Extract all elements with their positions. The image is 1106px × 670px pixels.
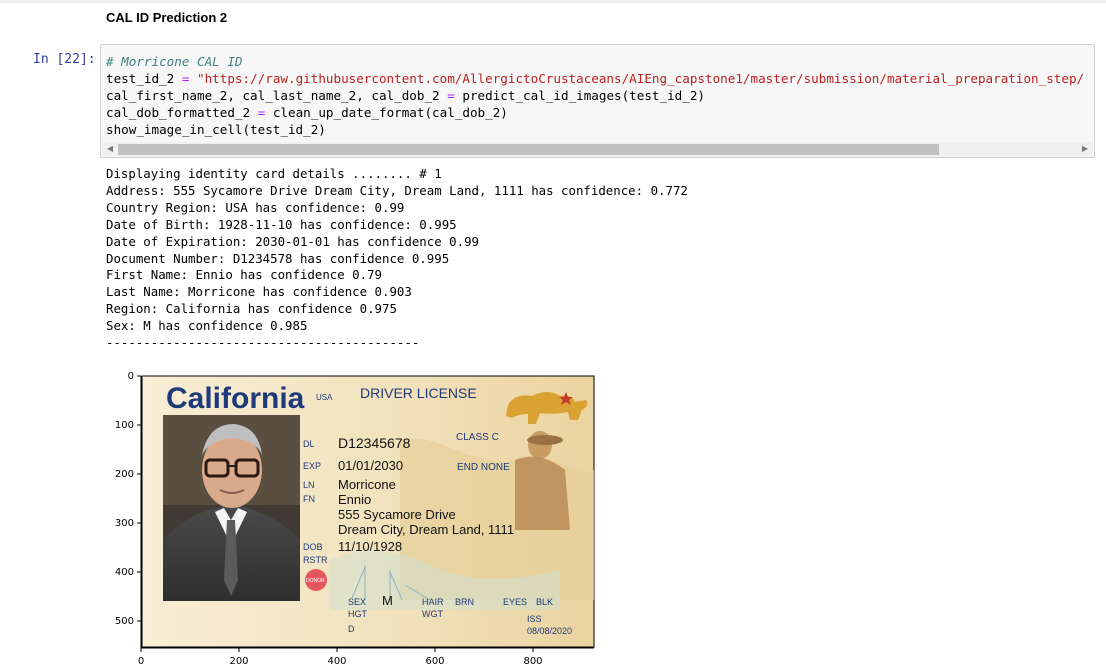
cell-prompt: In [22]: [33,52,96,67]
x-tick-label: 200 [229,656,248,667]
card-hair-label: HAIR [422,597,444,607]
card-end: END NONE [457,462,510,473]
x-tick-label: 400 [327,656,346,667]
x-tick-label: 600 [425,656,444,667]
card-ln-value: Morricone [338,477,396,492]
y-tick-label: 0 [128,371,134,382]
card-class: CLASS C [456,432,499,443]
code-line-1: # Morricone CAL ID [106,53,1084,70]
y-tick-label: 200 [115,469,134,480]
card-state: California [166,382,305,415]
markdown-heading: CAL ID Prediction 2 [106,10,228,25]
output-line: Sex: M has confidence 0.985 [106,318,308,334]
output-line: Date of Birth: 1928-11-10 has confidence… [106,216,457,232]
code-line-3: cal_first_name_2, cal_last_name_2, cal_d… [106,87,1084,104]
code-text: clean_up_date_format(cal_dob_2) [265,105,508,120]
license-card-image: California USA DRIVER LICENSE CLASS C DL… [141,375,595,648]
card-dl-label: DL [303,439,315,449]
code-operator: = [447,88,455,103]
code-comment: # Morricone CAL ID [106,54,243,69]
y-tick-label: 300 [115,518,134,529]
output-line: Document Number: D1234578 has confidence… [106,250,450,266]
card-sex-value: M [382,593,393,608]
cell-output: Displaying identity card details .......… [106,166,688,352]
card-fn-value: Ennio [338,492,371,507]
card-iss-label: ISS [527,614,542,624]
scroll-left-icon[interactable]: ◀ [102,142,118,156]
card-eyes-value: BLK [536,597,553,607]
y-tick-label: 500 [115,616,134,627]
card-donor: DONOR [306,578,325,584]
y-tick-label: 400 [115,567,134,578]
card-usa: USA [316,393,333,402]
card-rstr-label: RSTR [303,555,328,565]
card-photo [163,415,300,601]
code-text: cal_first_name_2, cal_last_name_2, cal_d… [106,88,448,103]
horizontal-scrollbar[interactable]: ◀ ▶ [102,142,1093,156]
scrollbar-thumb[interactable] [118,144,939,155]
output-line: ----------------------------------------… [106,335,420,351]
card-hair-value: BRN [455,597,474,607]
card-exp-label: EXP [303,461,321,471]
output-line: Region: California has confidence 0.975 [106,301,397,317]
x-tick-label: 800 [523,656,542,667]
code-text: show_image_in_cell(test_id_2) [106,122,326,137]
code-text: test_id_2 [106,71,182,86]
code-text: predict_cal_id_images(test_id_2) [454,88,706,103]
card-eyes-label: EYES [503,597,527,607]
card-dob-label: DOB [303,542,323,552]
code-cell[interactable]: # Morricone CAL ID test_id_2 = "https://r… [100,44,1095,158]
scroll-right-icon[interactable]: ▶ [1077,142,1093,156]
card-d-label: D [348,624,355,634]
x-tick-label: 0 [138,656,144,667]
card-hgt-label: HGT [348,609,368,619]
card-iss-value: 08/08/2020 [527,626,572,636]
card-ln-label: LN [303,480,315,490]
card-dl-value: D12345678 [338,435,411,451]
card-exp-value: 01/01/2030 [338,458,403,473]
output-line: Date of Expiration: 2030-01-01 has confi… [106,233,479,249]
code-line-5: show_image_in_cell(test_id_2) [106,121,1084,138]
x-ticks: 0 200 400 600 800 [138,648,543,667]
output-line: First Name: Ennio has confidence 0.79 [106,267,383,283]
card-address-line-2: Dream City, Dream Land, 1111 [338,522,514,537]
code-string: "https://raw.githubusercontent.com/Aller… [189,71,1085,86]
y-tick-label: 100 [115,420,134,431]
top-border [0,0,1106,3]
card-sex-label: SEX [348,597,366,607]
output-line: Country Region: USA has confidence: 0.99 [106,199,405,215]
card-wgt-label: WGT [422,609,443,619]
image-plot: California USA DRIVER LICENSE CLASS C DL… [115,371,595,667]
code-text: cal_dob_formatted_2 [106,105,258,120]
card-address-line-1: 555 Sycamore Drive [338,507,456,522]
y-ticks: 0 100 200 300 400 500 [115,371,141,627]
code-line-4: cal_dob_formatted_2 = clean_up_date_form… [106,104,1084,121]
code-line-2: test_id_2 = "https://raw.githubuserconte… [106,70,1084,87]
card-fn-label: FN [303,494,315,504]
code-editor[interactable]: # Morricone CAL ID test_id_2 = "https://r… [106,53,1084,138]
card-title: DRIVER LICENSE [360,385,477,401]
output-line: Displaying identity card details .......… [106,166,442,181]
card-dob-value: 11/10/1928 [338,539,402,554]
output-line: Address: 555 Sycamore Drive Dream City, … [106,182,688,198]
output-line: Last Name: Morricone has confidence 0.90… [106,284,412,300]
